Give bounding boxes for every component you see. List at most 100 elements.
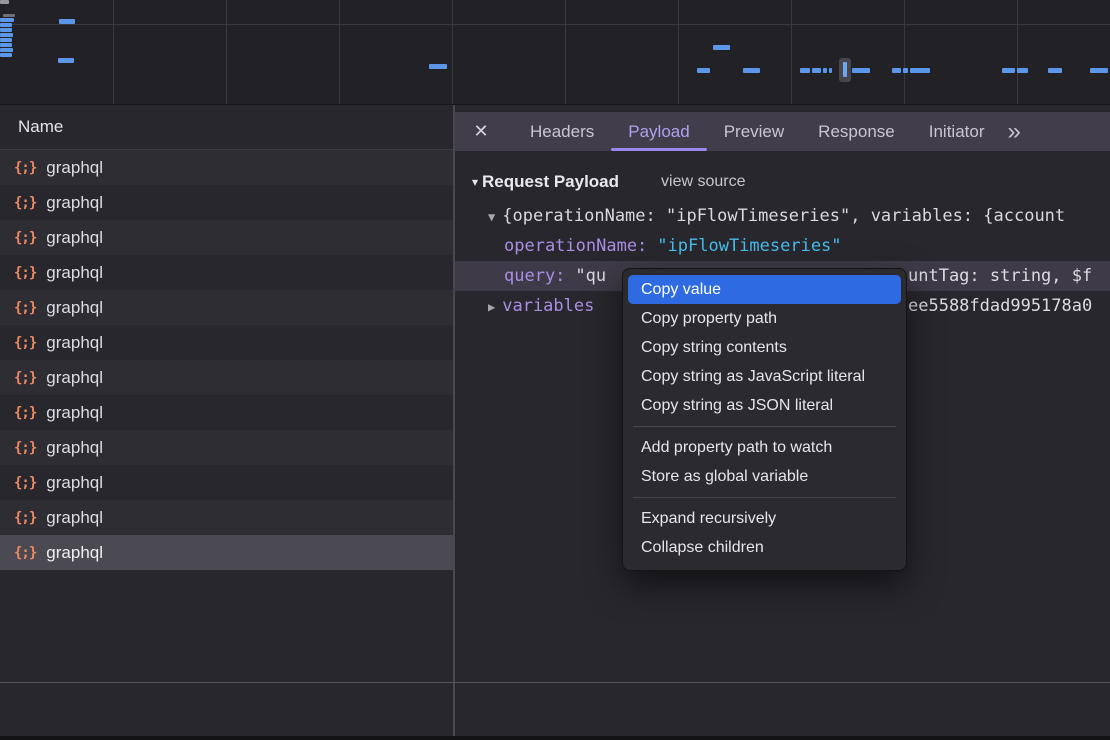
request-name-label: graphql (46, 298, 103, 318)
timeline-request-bar (0, 0, 9, 4)
timeline-request-bar (0, 48, 13, 52)
json-request-icon: {;} (14, 545, 36, 561)
property-key: query: (504, 266, 565, 286)
timeline-request-bar (910, 68, 930, 73)
variables-preview-fragment: ee5588fdad995178a0 (908, 291, 1092, 321)
overview-vertical-gridline (113, 0, 114, 104)
request-row-graphql[interactable]: {;}graphql (0, 500, 453, 535)
timeline-request-bar (1048, 68, 1062, 73)
request-name-label: graphql (46, 438, 103, 458)
timeline-request-bar (823, 68, 827, 73)
tab-headers[interactable]: Headers (513, 112, 611, 151)
timeline-request-bar (0, 38, 12, 42)
timeline-request-bar (1017, 68, 1028, 73)
request-row-graphql[interactable]: {;} graphql (0, 535, 453, 570)
menu-item-copy-property-path[interactable]: Copy property path (628, 304, 901, 333)
tab-payload[interactable]: Payload (611, 112, 706, 151)
json-request-icon: {;} (14, 335, 36, 351)
request-name-label: graphql (46, 263, 103, 283)
overview-vertical-gridline (678, 0, 679, 104)
menu-separator (633, 426, 896, 427)
timeline-request-bar (713, 45, 730, 50)
request-row-graphql[interactable]: {;}graphql (0, 430, 453, 465)
json-request-icon: {;} (14, 300, 36, 316)
menu-item-copy-string-as-javascript-literal[interactable]: Copy string as JavaScript literal (628, 362, 901, 391)
property-value-left-fragment: "qu (575, 266, 606, 286)
request-row-graphql[interactable]: {;} graphql (0, 255, 453, 290)
timeline-request-bar (800, 68, 810, 73)
property-value-right-fragment: untTag: string, $f (908, 261, 1092, 291)
overview-vertical-gridline (904, 0, 905, 104)
view-source-link[interactable]: view source (661, 173, 745, 191)
close-icon[interactable]: ✕ (469, 121, 493, 142)
expanded-arrow-icon[interactable]: ▼ (488, 202, 495, 231)
timeline-request-bar (0, 18, 14, 22)
request-row-graphql[interactable]: {;} graphql (0, 325, 453, 360)
tab-initiator[interactable]: Initiator (912, 112, 1002, 151)
tab-preview[interactable]: Preview (707, 112, 801, 151)
property-key: variables (502, 296, 594, 316)
timeline-request-bar (829, 68, 832, 73)
request-name-label: graphql (46, 333, 103, 353)
tree-row-operation-name[interactable]: operationName:"ipFlowTimeseries" (455, 231, 1110, 261)
timeline-request-bar (0, 53, 12, 57)
json-request-icon: {;} (14, 265, 36, 281)
json-request-icon: {;} (14, 510, 36, 526)
collapsed-arrow-icon[interactable]: ▶ (488, 292, 495, 321)
timeline-request-bar (0, 33, 13, 37)
tab-response[interactable]: Response (801, 112, 912, 151)
request-row-graphql[interactable]: {;} graphql (0, 150, 453, 185)
overview-vertical-gridline (452, 0, 453, 104)
overview-vertical-gridline (339, 0, 340, 104)
more-tabs-icon[interactable]: » (1007, 112, 1018, 151)
request-row-graphql[interactable]: {;}graphql (0, 220, 453, 255)
timeline-request-bar (58, 58, 74, 63)
timeline-selected-marker-bar (843, 62, 847, 77)
root-preview-text: {operationName: "ipFlowTimeseries", vari… (502, 206, 1065, 226)
timeline-request-bar (1090, 68, 1108, 73)
request-name-label: graphql (46, 473, 103, 493)
timeline-request-bar (0, 28, 12, 32)
menu-item-copy-string-as-json-literal[interactable]: Copy string as JSON literal (628, 391, 901, 420)
overview-vertical-gridline (226, 0, 227, 104)
network-request-list: Name {;} graphql {;} graphql {;} graphql {;} gr… (0, 105, 453, 740)
summary-bar-divider (0, 682, 1110, 683)
timeline-request-bar (3, 14, 15, 17)
request-name-label: graphql (46, 368, 103, 388)
menu-item-collapse-children[interactable]: Collapse children (628, 533, 901, 562)
json-request-icon: {;} (14, 405, 36, 421)
overview-vertical-gridline (791, 0, 792, 104)
request-row-graphql[interactable]: {;} graphql (0, 290, 453, 325)
context-menu: Copy valueCopy property pathCopy string … (622, 268, 907, 571)
overview-horizontal-gridline (0, 24, 1110, 25)
timeline-request-bar (743, 68, 760, 73)
window-bottom-edge (0, 736, 1110, 740)
json-request-icon: {;} (14, 195, 36, 211)
menu-item-store-as-global-variable[interactable]: Store as global variable (628, 462, 901, 491)
timeline-request-bar (1002, 68, 1015, 73)
menu-item-copy-string-contents[interactable]: Copy string contents (628, 333, 901, 362)
overview-vertical-gridline (1017, 0, 1018, 104)
menu-item-add-property-path-to-watch[interactable]: Add property path to watch (628, 433, 901, 462)
request-row-graphql[interactable]: {;}graphql (0, 465, 453, 500)
network-overview-timeline[interactable] (0, 0, 1110, 105)
detail-tab-bar: ✕ HeadersPayloadPreviewResponseInitiator… (455, 112, 1110, 151)
request-row-graphql[interactable]: {;}graphql (0, 185, 453, 220)
name-column-header[interactable]: Name (0, 105, 453, 150)
timeline-request-bar (0, 23, 12, 27)
section-disclosure-icon[interactable]: ▾ (472, 175, 478, 189)
json-request-icon: {;} (14, 160, 36, 176)
tree-row-root[interactable]: ▼ {operationName: "ipFlowTimeseries", var… (455, 201, 1110, 231)
menu-item-copy-value[interactable]: Copy value (628, 275, 901, 304)
menu-item-expand-recursively[interactable]: Expand recursively (628, 504, 901, 533)
panel-divider[interactable] (453, 105, 455, 740)
menu-separator (633, 497, 896, 498)
request-name-label: graphql (46, 158, 103, 178)
timeline-request-bar (852, 68, 870, 73)
request-row-graphql[interactable]: {;}graphql (0, 360, 453, 395)
section-title[interactable]: Request Payload (482, 172, 619, 192)
json-request-icon: {;} (14, 230, 36, 246)
timeline-request-bar (697, 68, 710, 73)
request-name-label: graphql (46, 543, 103, 563)
request-row-graphql[interactable]: {;}graphql (0, 395, 453, 430)
